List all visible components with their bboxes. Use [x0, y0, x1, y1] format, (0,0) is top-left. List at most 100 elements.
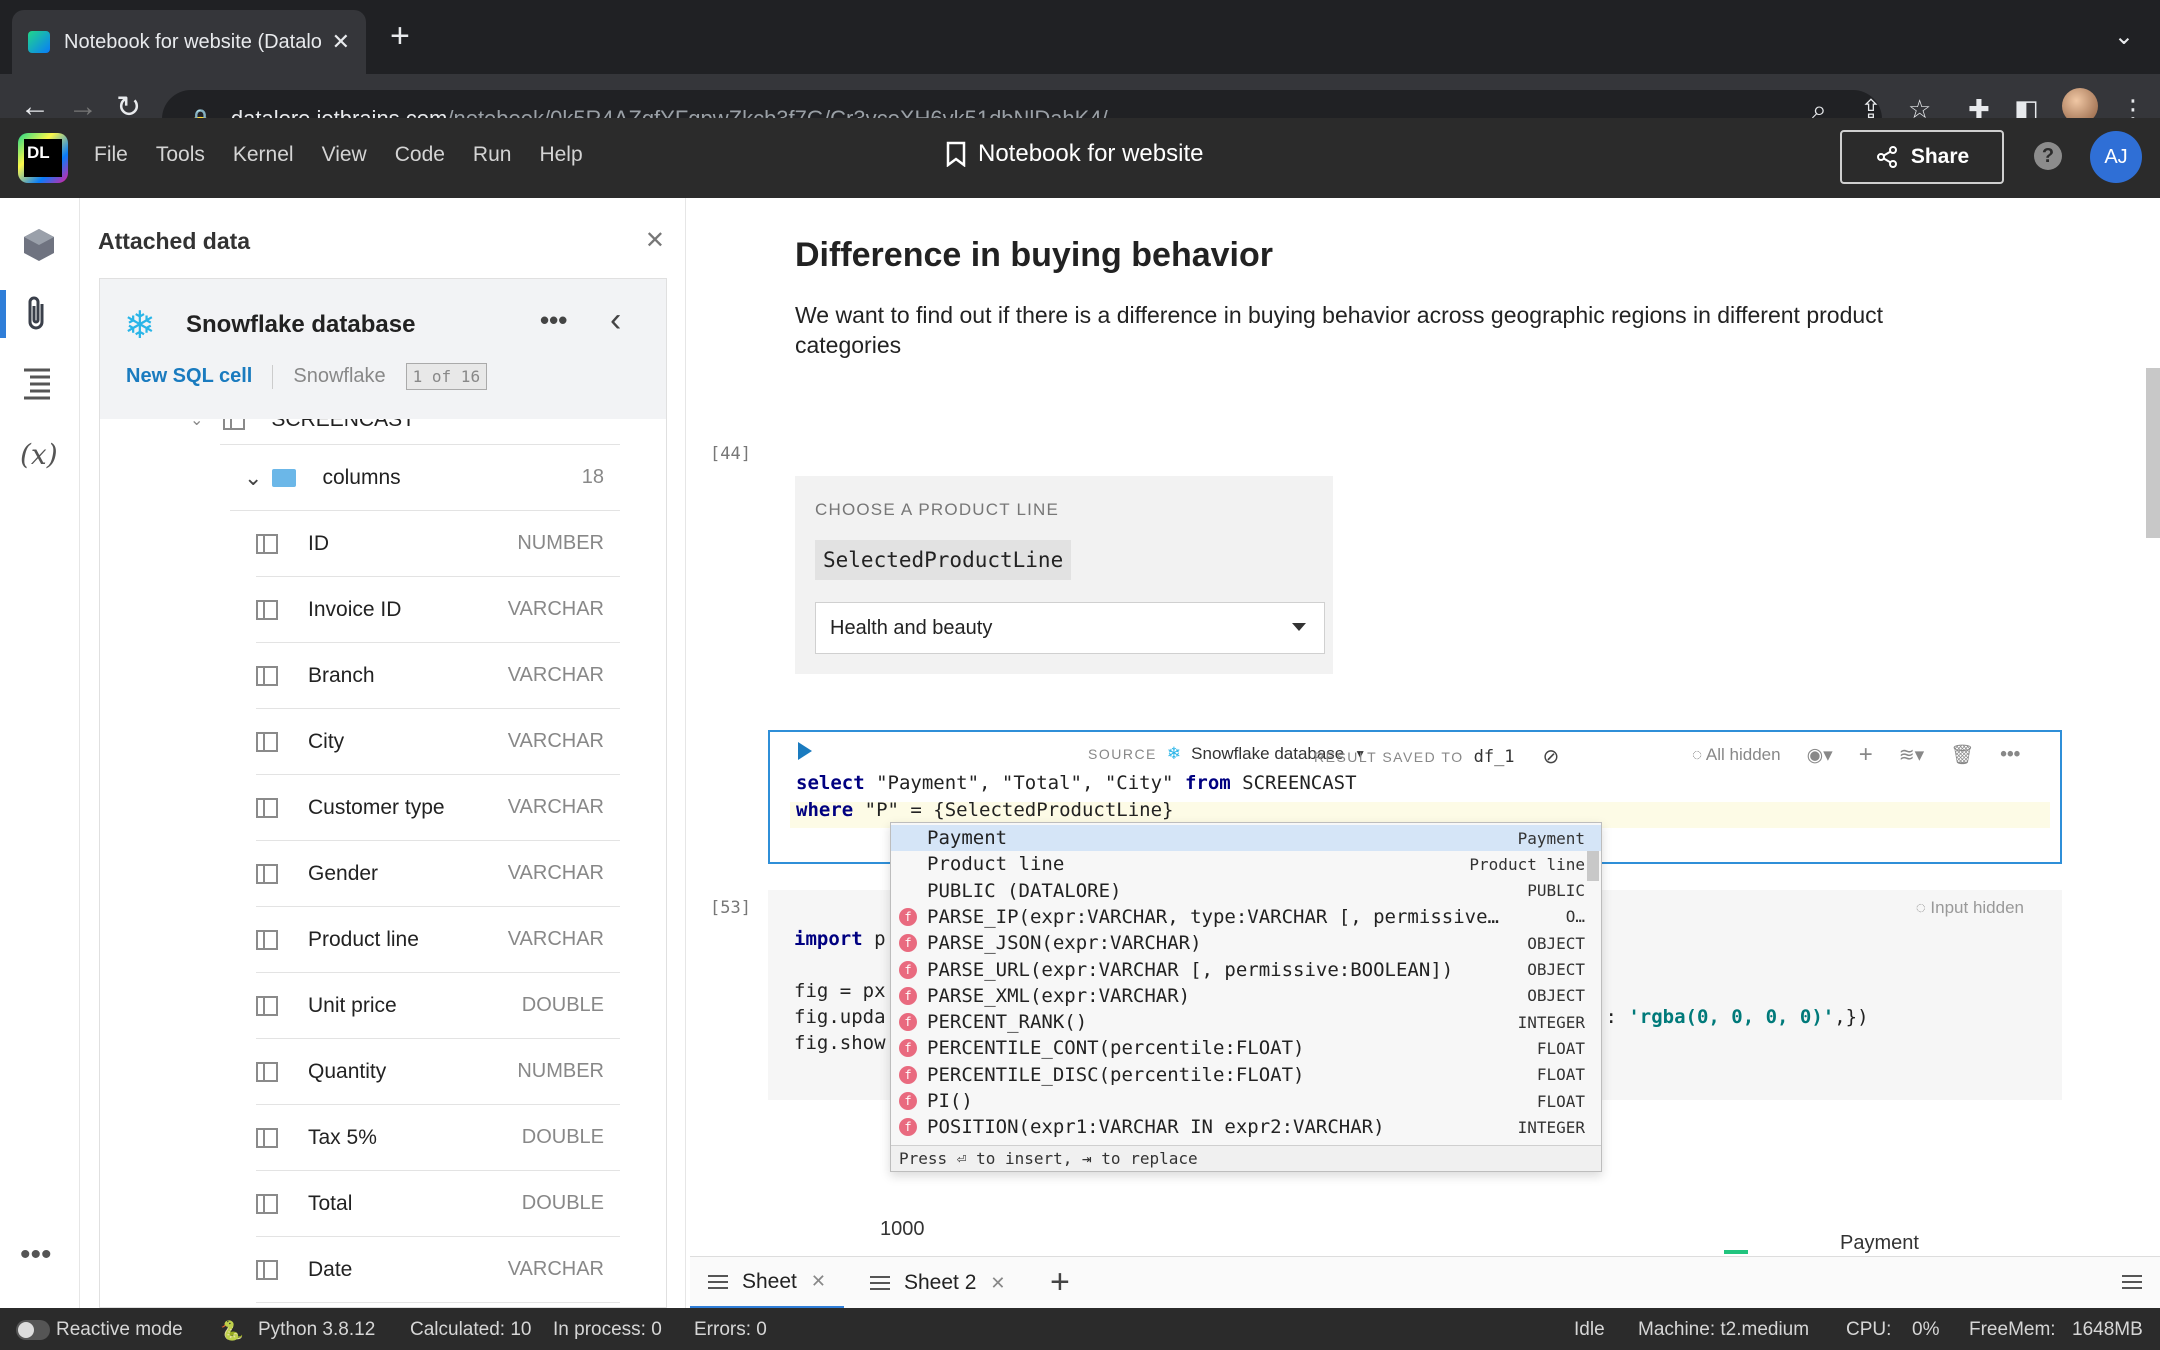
autocomplete-popup[interactable]: Payment Payment Product line Product line PU… [890, 822, 1602, 1172]
column-row[interactable]: Tax 5% DOUBLE [256, 1105, 620, 1171]
column-row[interactable]: Customer type VARCHAR [256, 775, 620, 841]
tab-search-chevron-icon[interactable]: ⌄ [2114, 22, 2134, 51]
column-row[interactable]: Branch VARCHAR [256, 643, 620, 709]
sql-keyword: where [796, 799, 854, 821]
function-icon: f [899, 907, 917, 926]
paperclip-icon[interactable] [20, 294, 54, 341]
table-icon [223, 419, 246, 430]
menu-kernel[interactable]: Kernel [233, 143, 294, 167]
autocomplete-item[interactable]: f PI() FLOAT [891, 1088, 1601, 1114]
cube-icon[interactable] [20, 226, 58, 271]
autocomplete-item[interactable]: f PARSE_IP(expr:VARCHAR, type:VARCHAR [, … [891, 904, 1601, 930]
autocomplete-item[interactable]: f PERCENT_RANK() INTEGER [891, 1009, 1601, 1035]
autocomplete-hint: Press ⏎ to insert, ⇥ to replace [891, 1145, 1601, 1171]
source-name: Snowflake [293, 365, 386, 387]
add-cell-icon[interactable]: + [1859, 741, 1873, 769]
column-row[interactable]: ID NUMBER [256, 511, 620, 577]
sql-text: SCREENCAST [1230, 772, 1357, 794]
outline-icon[interactable] [20, 366, 54, 409]
sheet-tab-2[interactable]: Sheet 2 ✕ [852, 1257, 1024, 1309]
autocomplete-item[interactable]: Payment Payment [891, 825, 1601, 851]
column-type: VARCHAR [507, 1258, 604, 1280]
machine-type[interactable]: Machine: t2.medium [1638, 1319, 1809, 1341]
autocomplete-item[interactable]: f PERCENTILE_DISC(percentile:FLOAT) FLOAT [891, 1062, 1601, 1088]
column-row[interactable]: City VARCHAR [256, 709, 620, 775]
close-sheet-icon[interactable]: ✕ [990, 1273, 1005, 1294]
column-icon [256, 995, 278, 1016]
share-button[interactable]: Share [1840, 130, 2004, 184]
column-row[interactable]: Date VARCHAR [256, 1237, 620, 1303]
autocomplete-item[interactable]: f PARSE_XML(expr:VARCHAR) OBJECT [891, 983, 1601, 1009]
new-sql-cell-link[interactable]: New SQL cell [126, 365, 252, 388]
chevron-down-icon[interactable]: ⌄ [190, 419, 203, 430]
compass-icon[interactable]: ⊘ [1543, 744, 1560, 769]
notebook-title[interactable]: Notebook for website [946, 140, 1203, 168]
column-row[interactable]: Invoice ID VARCHAR [256, 577, 620, 643]
run-cell-icon[interactable] [798, 742, 812, 760]
sql-text: "Payment", "Total", "City" [864, 772, 1185, 794]
result-value: df_1 [1473, 746, 1515, 767]
menu-file[interactable]: File [94, 143, 128, 167]
sheets-menu-icon[interactable] [2122, 1275, 2142, 1294]
column-icon [256, 1061, 278, 1082]
column-row[interactable]: Quantity NUMBER [256, 1039, 620, 1105]
close-sheet-icon[interactable]: ✕ [811, 1271, 826, 1292]
column-row[interactable]: Gender VARCHAR [256, 841, 620, 907]
python-version[interactable]: Python 3.8.12 [258, 1319, 375, 1341]
column-name: City [308, 729, 345, 753]
autocomplete-item[interactable]: Product line Product line [891, 851, 1601, 877]
product-line-value: Health and beauty [830, 616, 993, 639]
database-card-header: ❄ Snowflake database ••• ‹ New SQL cell … [100, 279, 666, 419]
sql-line-2: where "P" = {SelectedProductLine} [796, 799, 1174, 821]
column-name: Gender [308, 861, 379, 885]
tree-table-screencast[interactable]: ⌄ SCREENCAST [190, 419, 620, 445]
database-icon[interactable]: ≋▾ [1899, 744, 1924, 767]
product-line-select[interactable]: Health and beauty [815, 602, 1325, 654]
notebook-scrollbar[interactable] [2146, 368, 2160, 538]
menu-tools[interactable]: Tools [156, 143, 205, 167]
column-row[interactable]: Total DOUBLE [256, 1171, 620, 1237]
close-tab-icon[interactable]: ✕ [332, 29, 350, 55]
function-icon: f [899, 1092, 917, 1110]
trash-icon[interactable]: 🗑 [1950, 743, 1974, 767]
column-name: Invoice ID [308, 597, 402, 621]
autocomplete-item-type: FLOAT [1536, 1038, 1585, 1058]
menu-code[interactable]: Code [395, 143, 445, 167]
help-icon[interactable]: ? [2034, 142, 2062, 170]
user-avatar[interactable]: AJ [2090, 131, 2142, 183]
column-row[interactable]: Unit price DOUBLE [256, 973, 620, 1039]
more-icon[interactable]: ••• [2000, 744, 2020, 766]
all-hidden-toggle[interactable]: ◌ All hidden [1692, 745, 1781, 765]
in-process-count: In process: 0 [553, 1319, 662, 1340]
reactive-mode-toggle[interactable] [16, 1320, 50, 1340]
database-card: ❄ Snowflake database ••• ‹ New SQL cell … [99, 278, 667, 1308]
result-variable[interactable]: RESULT SAVED TO df_1 ⊘ [1314, 744, 1559, 769]
schema-tree[interactable]: ⌄ SCREENCAST ⌄ columns 18 ID NUMBER Invoi… [100, 419, 666, 1307]
autocomplete-item[interactable]: f PERCENTILE_CONT(percentile:FLOAT) FLOAT [891, 1035, 1601, 1061]
collapse-chevron-icon[interactable]: ‹ [610, 301, 621, 340]
new-tab-icon[interactable]: + [390, 18, 410, 54]
datalore-logo[interactable]: DL [18, 133, 68, 183]
autocomplete-item-type: OBJECT [1527, 933, 1585, 953]
column-row[interactable]: Product line VARCHAR [256, 907, 620, 973]
close-panel-icon[interactable]: ✕ [645, 226, 665, 255]
tree-folder-columns[interactable]: ⌄ columns 18 [230, 445, 620, 511]
database-more-icon[interactable]: ••• [540, 305, 567, 336]
autocomplete-item[interactable]: f PARSE_URL(expr:VARCHAR [, permissive:BO… [891, 957, 1601, 983]
autocomplete-item[interactable]: PUBLIC (DATALORE) PUBLIC [891, 878, 1601, 904]
chevron-down-icon[interactable]: ⌄ [244, 465, 262, 491]
add-sheet-icon[interactable]: + [1050, 1263, 1070, 1302]
autocomplete-item[interactable]: f POSITION(expr1:VARCHAR IN expr2:VARCHAR… [891, 1114, 1601, 1140]
visibility-icon[interactable]: ◉▾ [1807, 744, 1833, 767]
column-icon [256, 665, 278, 686]
more-tools-icon[interactable]: ••• [20, 1238, 52, 1272]
sheet-tab-1[interactable]: Sheet ✕ [690, 1257, 844, 1309]
menu-view[interactable]: View [322, 143, 367, 167]
browser-tab[interactable]: Notebook for website (Datalore ✕ [12, 10, 366, 74]
variables-icon[interactable]: (x) [20, 438, 58, 471]
column-type: VARCHAR [507, 796, 604, 818]
autocomplete-item[interactable]: f PARSE_JSON(expr:VARCHAR) OBJECT [891, 930, 1601, 956]
menu-run[interactable]: Run [473, 143, 512, 167]
menu-help[interactable]: Help [539, 143, 582, 167]
input-hidden-label[interactable]: ◌ Input hidden [1916, 898, 2024, 918]
